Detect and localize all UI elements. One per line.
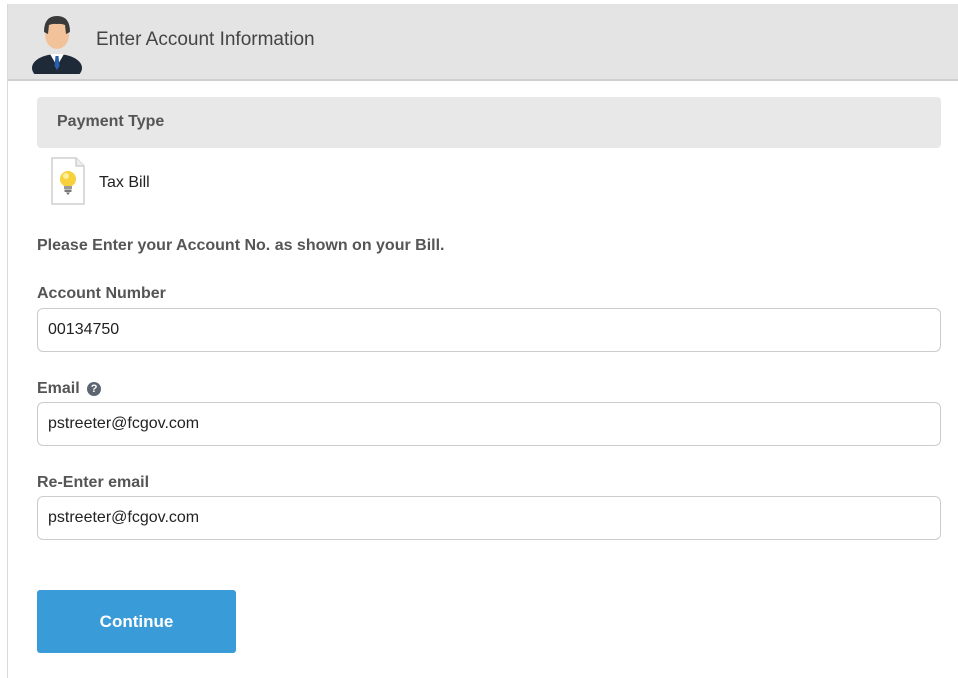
account-number-label: Account Number [37, 285, 166, 302]
reenter-email-input[interactable] [37, 496, 941, 540]
reenter-email-label: Re-Enter email [37, 474, 150, 491]
email-label: Email [37, 380, 80, 397]
account-info-panel: Enter Account Information Payment Type T… [7, 4, 958, 678]
account-number-input[interactable] [37, 308, 941, 352]
email-label-row: Email ? [37, 380, 102, 398]
user-avatar-icon [32, 16, 82, 74]
email-input[interactable] [37, 402, 941, 446]
page-title: Enter Account Information [96, 29, 315, 50]
panel-header: Enter Account Information [8, 4, 958, 81]
continue-button[interactable]: Continue [37, 590, 236, 653]
payment-type-value: Tax Bill [99, 174, 150, 191]
section-title: Payment Type [57, 113, 165, 130]
payment-type-section-header: Payment Type [37, 97, 941, 148]
lightbulb-document-icon [51, 157, 85, 205]
instruction-text: Please Enter your Account No. as shown o… [37, 237, 445, 254]
question-circle-icon[interactable]: ? [87, 382, 102, 396]
